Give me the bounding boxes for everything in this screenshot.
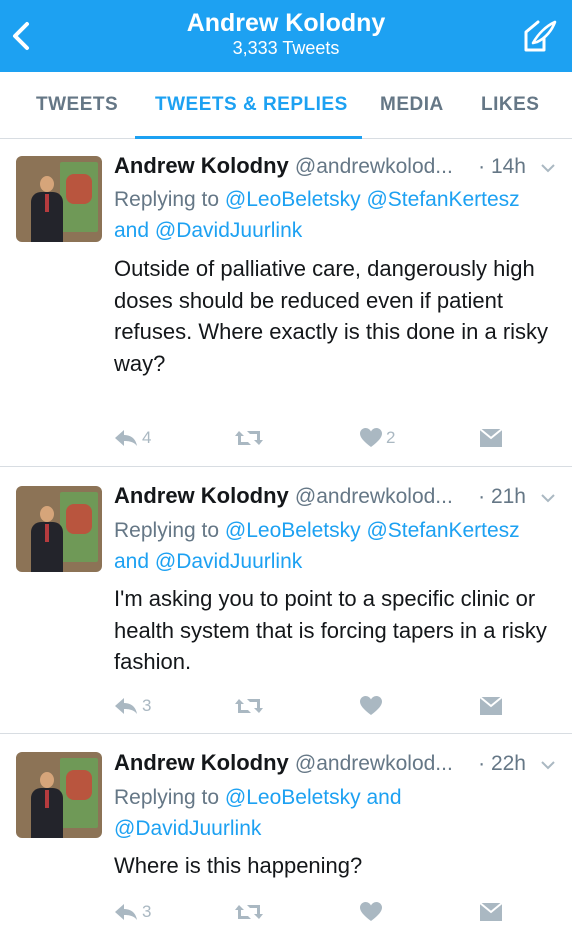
like-button[interactable]: 2 — [360, 427, 395, 448]
avatar[interactable] — [16, 156, 102, 242]
mention-link[interactable]: @LeoBeletsky @StefanKertesz — [225, 519, 520, 542]
envelope-icon — [479, 695, 503, 715]
tweet-timestamp: · 22h — [478, 752, 526, 775]
replying-to: Replying to @LeoBeletsky and @DavidJuurl… — [114, 786, 402, 840]
tweet-text: Outside of palliative care, dangerously … — [114, 256, 549, 376]
profile-tabs: TWEETS TWEETS & REPLIES MEDIA LIKES — [0, 72, 572, 139]
reply-button[interactable]: 3 — [114, 695, 151, 716]
tweet-item[interactable]: Andrew Kolodny @andrewkolod... · 14h Rep… — [0, 139, 572, 467]
tweet-actions: 4 2 — [114, 427, 514, 451]
direct-message-button[interactable] — [479, 901, 503, 921]
profile-header: Andrew Kolodny 3,333 Tweets — [0, 0, 572, 72]
reply-icon — [115, 903, 137, 920]
chevron-down-icon[interactable] — [540, 493, 556, 503]
envelope-icon — [479, 901, 503, 921]
tweet-timestamp: · 21h — [478, 485, 526, 508]
retweet-icon — [235, 904, 263, 919]
tab-media[interactable]: MEDIA — [380, 94, 444, 116]
reply-count: 3 — [142, 901, 152, 921]
mention-link[interactable]: @LeoBeletsky @StefanKertesz — [225, 188, 520, 211]
tweet-author-name[interactable]: Andrew Kolodny @andrewkolod... — [114, 750, 453, 776]
replying-to: Replying to @LeoBeletsky @StefanKertesz … — [114, 188, 520, 242]
chevron-down-icon[interactable] — [540, 163, 556, 173]
avatar[interactable] — [16, 486, 102, 572]
mention-link[interactable]: @LeoBeletsky — [225, 786, 361, 809]
tweet-text: Where is this happening? — [114, 853, 363, 878]
tweet-actions: 3 — [114, 695, 514, 719]
mention-link[interactable]: @DavidJuurlink — [155, 219, 302, 242]
direct-message-button[interactable] — [479, 695, 503, 715]
mention-link[interactable]: @DavidJuurlink — [155, 550, 302, 573]
retweet-icon — [235, 698, 263, 713]
tab-tweets[interactable]: TWEETS — [36, 94, 118, 116]
tweet-count: 3,333 Tweets — [232, 38, 340, 58]
reply-icon — [115, 697, 137, 714]
like-button[interactable] — [360, 901, 386, 922]
tweet-author-name[interactable]: Andrew Kolodny @andrewkolod... — [114, 153, 453, 179]
tab-likes[interactable]: LIKES — [481, 94, 539, 116]
reply-button[interactable]: 4 — [114, 427, 151, 448]
replying-to: Replying to @LeoBeletsky @StefanKertesz … — [114, 519, 520, 573]
like-button[interactable] — [360, 695, 386, 716]
reply-count: 4 — [142, 427, 152, 447]
retweet-icon — [235, 430, 263, 445]
tweet-author-handle[interactable]: @andrewkolod... — [295, 155, 453, 178]
mention-link[interactable]: @DavidJuurlink — [114, 817, 261, 840]
tweet-timestamp: · 14h — [478, 155, 526, 178]
retweet-button[interactable] — [234, 901, 264, 921]
reply-count: 3 — [142, 695, 152, 715]
tweet-text: I'm asking you to point to a specific cl… — [114, 586, 547, 674]
reply-icon — [115, 429, 137, 446]
tweet-author-name[interactable]: Andrew Kolodny @andrewkolod... — [114, 483, 453, 509]
tweet-item[interactable]: Andrew Kolodny @andrewkolod... · 21h Rep… — [0, 467, 572, 734]
direct-message-button[interactable] — [479, 427, 503, 447]
heart-icon — [360, 427, 382, 447]
heart-icon — [360, 695, 382, 715]
compose-tweet-icon[interactable] — [522, 18, 558, 54]
reply-button[interactable]: 3 — [114, 901, 151, 922]
tweet-author-handle[interactable]: @andrewkolod... — [295, 485, 453, 508]
tweet-actions: 3 — [114, 901, 514, 925]
heart-icon — [360, 901, 382, 921]
profile-name-title: Andrew Kolodny — [186, 9, 386, 37]
like-count: 2 — [386, 427, 396, 447]
tweet-author-handle[interactable]: @andrewkolod... — [295, 752, 453, 775]
tab-tweets-and-replies[interactable]: TWEETS & REPLIES — [155, 94, 348, 116]
chevron-down-icon[interactable] — [540, 760, 556, 770]
envelope-icon — [479, 427, 503, 447]
retweet-button[interactable] — [234, 427, 264, 447]
tweet-item[interactable]: Andrew Kolodny @andrewkolod... · 22h Rep… — [0, 734, 572, 925]
avatar[interactable] — [16, 752, 102, 838]
retweet-button[interactable] — [234, 695, 264, 715]
